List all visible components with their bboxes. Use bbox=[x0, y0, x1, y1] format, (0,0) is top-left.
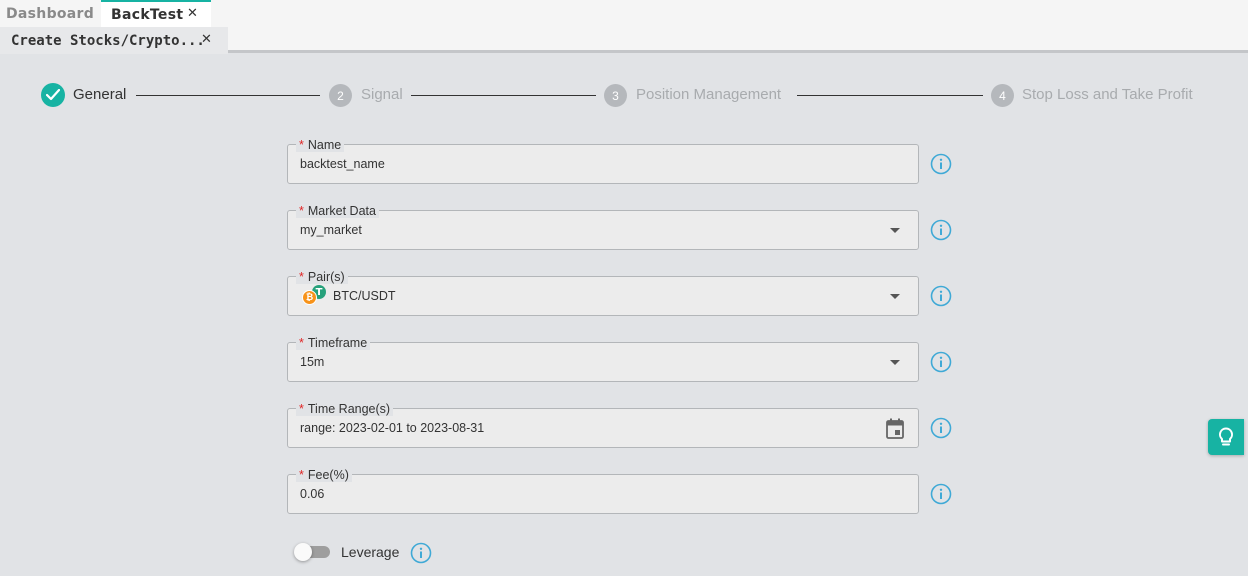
info-icon[interactable] bbox=[930, 417, 952, 439]
info-icon[interactable] bbox=[930, 351, 952, 373]
pairs-label: * Pair(s) bbox=[296, 270, 348, 284]
timeframe-value: 15m bbox=[300, 355, 325, 369]
step-connector bbox=[797, 95, 983, 96]
btc-coin-icon: ₿ bbox=[302, 290, 317, 305]
info-icon[interactable] bbox=[930, 153, 952, 175]
required-mark: * bbox=[299, 270, 304, 284]
market-data-select[interactable]: my_market bbox=[287, 210, 919, 250]
sub-tab-bar: Create Stocks/Crypto... ✕ bbox=[0, 27, 1248, 54]
time-range-value: range: 2023-02-01 to 2023-08-31 bbox=[300, 421, 485, 435]
step-general-check-icon bbox=[41, 83, 65, 107]
fee-label-text: Fee(%) bbox=[307, 468, 349, 482]
step-position-number: 3 bbox=[604, 84, 627, 107]
info-icon[interactable] bbox=[930, 219, 952, 241]
tab-backtest[interactable]: BackTest ✕ bbox=[101, 0, 211, 27]
step-sltp-number: 4 bbox=[991, 84, 1014, 107]
step-connector bbox=[411, 95, 596, 96]
calendar-icon[interactable] bbox=[885, 418, 905, 440]
chevron-down-icon bbox=[890, 360, 900, 365]
leverage-toggle[interactable] bbox=[294, 543, 330, 561]
chevron-down-icon bbox=[890, 228, 900, 233]
fee-value: 0.06 bbox=[300, 487, 325, 501]
hint-button[interactable] bbox=[1208, 419, 1244, 455]
lightbulb-icon bbox=[1218, 427, 1234, 446]
market-data-label-text: Market Data bbox=[307, 204, 376, 218]
name-value: backtest_name bbox=[300, 157, 385, 171]
info-icon[interactable] bbox=[930, 483, 952, 505]
fee-field[interactable]: 0.06 bbox=[287, 474, 919, 514]
market-data-label: * Market Data bbox=[296, 204, 379, 218]
timeframe-label-text: Timeframe bbox=[307, 336, 368, 350]
time-range-label: * Time Range(s) bbox=[296, 402, 394, 416]
leverage-label: Leverage bbox=[341, 544, 400, 560]
step-general-label[interactable]: General bbox=[73, 86, 126, 103]
tab-create-stocks-crypto[interactable]: Create Stocks/Crypto... ✕ bbox=[0, 27, 228, 54]
required-mark: * bbox=[299, 468, 304, 482]
top-tab-bar: Dashboard BackTest ✕ bbox=[0, 0, 1248, 27]
step-signal-label[interactable]: Signal bbox=[361, 86, 403, 103]
timeframe-select[interactable]: 15m bbox=[287, 342, 919, 382]
name-label: * Name bbox=[296, 138, 345, 152]
step-connector bbox=[136, 95, 320, 96]
required-mark: * bbox=[299, 336, 304, 350]
market-data-value: my_market bbox=[300, 223, 362, 237]
info-icon[interactable] bbox=[410, 542, 432, 564]
tab-create-label: Create Stocks/Crypto... bbox=[11, 32, 205, 49]
tab-dashboard-label: Dashboard bbox=[6, 5, 95, 22]
pairs-value: BTC/USDT bbox=[333, 289, 396, 303]
stepper: General 2 Signal 3 Position Management 4… bbox=[0, 83, 1248, 109]
tab-backtest-label: BackTest bbox=[111, 6, 184, 23]
fee-label: * Fee(%) bbox=[296, 468, 352, 482]
name-field[interactable]: backtest_name bbox=[287, 144, 919, 184]
toggle-knob bbox=[294, 543, 312, 561]
step-sltp-label[interactable]: Stop Loss and Take Profit bbox=[1022, 86, 1193, 103]
pair-icons: T ₿ bbox=[302, 285, 328, 307]
required-mark: * bbox=[299, 204, 304, 218]
close-icon[interactable]: ✕ bbox=[187, 6, 198, 21]
required-mark: * bbox=[299, 402, 304, 416]
step-position-label[interactable]: Position Management bbox=[636, 86, 781, 103]
required-mark: * bbox=[299, 138, 304, 152]
time-range-label-text: Time Range(s) bbox=[307, 402, 391, 416]
pairs-select[interactable]: T ₿ BTC/USDT bbox=[287, 276, 919, 316]
chevron-down-icon bbox=[890, 294, 900, 299]
close-icon[interactable]: ✕ bbox=[201, 32, 212, 47]
tab-dashboard[interactable]: Dashboard bbox=[0, 0, 101, 27]
name-label-text: Name bbox=[307, 138, 342, 152]
step-signal-number: 2 bbox=[329, 84, 352, 107]
info-icon[interactable] bbox=[930, 285, 952, 307]
timeframe-label: * Timeframe bbox=[296, 336, 371, 350]
pairs-label-text: Pair(s) bbox=[307, 270, 345, 284]
